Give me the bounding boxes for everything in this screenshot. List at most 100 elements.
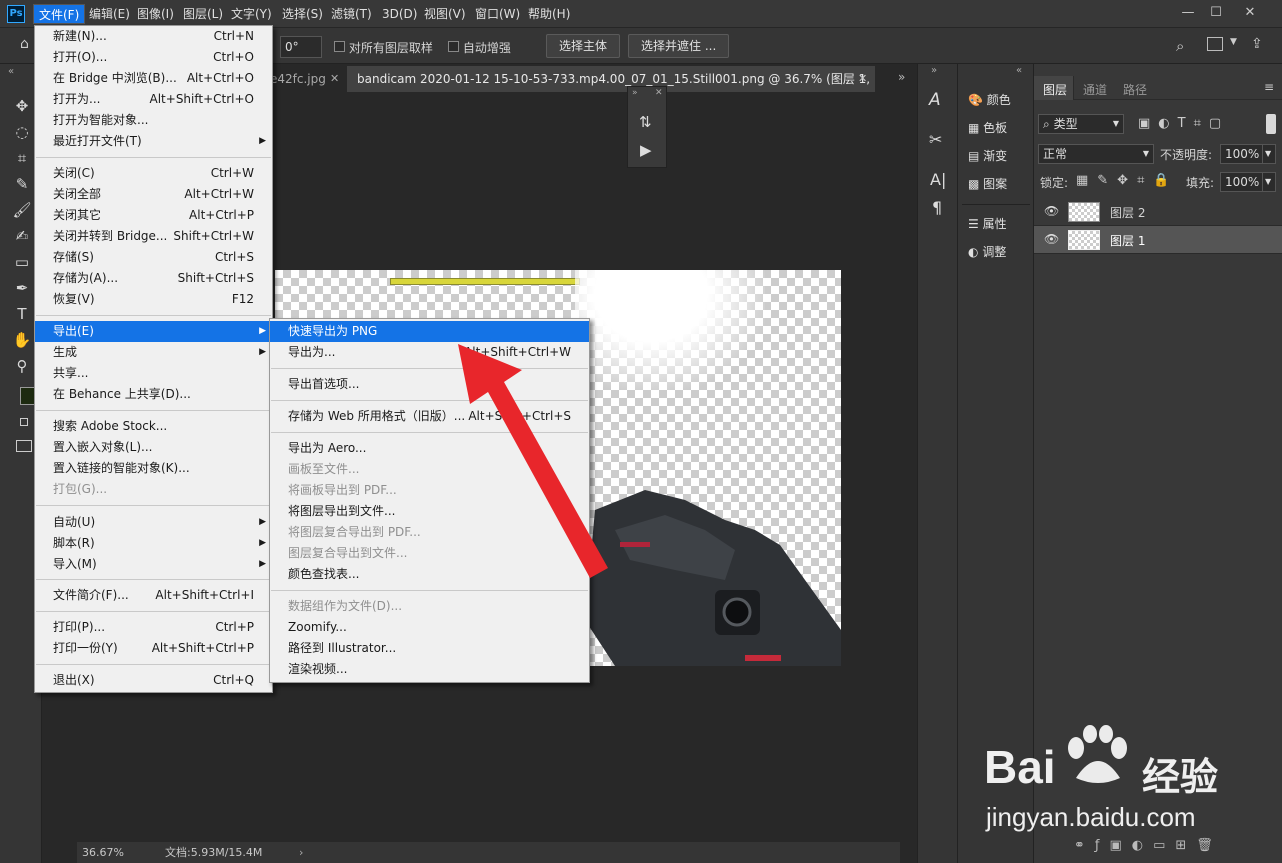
menu-item-new[interactable]: 新建(N)... Ctrl+N [35,26,272,47]
character-icon[interactable]: A| [930,170,946,189]
clone-stamp-tool-icon[interactable]: ✍ [10,224,34,248]
lock-icons[interactable]: ▦✎✥⌗🔒 [1076,173,1179,188]
brush-tool-icon[interactable]: 🖌 [10,198,34,222]
menu-item-close[interactable]: 关闭(C) Ctrl+W [35,163,272,184]
zoom-level[interactable]: 36.67% [82,842,124,863]
layer-row-1[interactable]: 👁 图层 1 [1034,226,1282,254]
tab-document-2[interactable]: bandicam 2020-01-12 15-10-53-733.mp4.00_… [347,66,875,92]
chevron-down-icon[interactable]: ▼ [1262,144,1276,164]
menu-item-render-video[interactable]: 渲染视频... [270,659,589,680]
menu-item-zoomify[interactable]: Zoomify... [270,617,589,638]
auto-enhance-checkbox[interactable]: 自动增强 [448,39,511,56]
dock-properties[interactable]: ☰ 属性 [968,210,1007,238]
pen-tool-icon[interactable]: ✒ [10,276,34,300]
menu-edit[interactable]: 编辑(E) [84,4,135,24]
expand-icon[interactable]: » [632,88,638,98]
menu-item-print-one[interactable]: 打印一份(Y) Alt+Shift+Ctrl+P [35,638,272,659]
menu-item-import[interactable]: 导入(M) ▶ [35,554,272,575]
menu-item-share-behance[interactable]: 在 Behance 上共享(D)... [35,384,272,405]
select-and-mask-button[interactable]: 选择并遮住 ... [628,34,730,58]
menu-item-print[interactable]: 打印(P)... Ctrl+P [35,617,272,638]
tools-preset-icon[interactable]: ✂ [929,130,942,149]
menu-item-place-linked[interactable]: 置入链接的智能对象(K)... [35,458,272,479]
zoom-tool-icon[interactable]: ⚲ [10,354,34,378]
menu-item-share[interactable]: 共享... [35,363,272,384]
character-style-icon[interactable]: A [929,90,941,110]
select-subject-button[interactable]: 选择主体 [546,34,621,58]
close-icon[interactable]: ✕ [1233,2,1267,24]
menu-file[interactable]: 文件(F) [33,4,86,24]
play-action-icon[interactable]: ▶ [640,141,652,159]
angle-input[interactable]: 0° [280,36,322,58]
default-colors-icon[interactable] [20,418,28,426]
menu-item-close-all[interactable]: 关闭全部 Alt+Ctrl+W [35,184,272,205]
search-icon[interactable]: ⌕ [1176,37,1184,55]
dock-color[interactable]: 🎨 颜色 [968,86,1011,114]
tab-overflow-icon[interactable]: » [898,70,905,84]
menu-item-save-as[interactable]: 存储为(A)... Shift+Ctrl+S [35,268,272,289]
close-icon[interactable]: ✕ [655,88,663,98]
layer-filter-select[interactable]: ⌕ 类型 ▼ [1038,114,1124,134]
menu-item-export[interactable]: 导出(E) ▶ [35,321,272,342]
collapse-icon[interactable]: » [931,65,937,76]
menu-item-file-info[interactable]: 文件简介(F)... Alt+Shift+Ctrl+I [35,585,272,606]
menu-item-place-embedded[interactable]: 置入嵌入对象(L)... [35,437,272,458]
menu-filter[interactable]: 滤镜(T) [326,4,377,24]
layer-name[interactable]: 图层 2 [1110,204,1145,221]
quick-mask-icon[interactable] [16,440,32,452]
visibility-eye-icon[interactable]: 👁 [1044,232,1059,246]
menu-item-revert[interactable]: 恢复(V) F12 [35,289,272,310]
lasso-tool-icon[interactable]: ◌ [10,120,34,144]
chevron-down-icon[interactable]: ▼ [1230,37,1237,47]
panel-menu-icon[interactable]: ≡ [1264,80,1274,94]
menu-item-close-go-bridge[interactable]: 关闭并转到 Bridge... Shift+Ctrl+W [35,226,272,247]
menu-item-browse-bridge[interactable]: 在 Bridge 中浏览(B)... Alt+Ctrl+O [35,68,272,89]
dock-gradient[interactable]: ▤ 渐变 [968,142,1007,170]
paragraph-icon[interactable]: ¶ [932,198,942,217]
workspace-icon[interactable] [1207,37,1223,51]
crop-tool-icon[interactable]: ⌗ [10,146,34,170]
menu-item-close-others[interactable]: 关闭其它 Alt+Ctrl+P [35,205,272,226]
close-tab-icon[interactable]: ✕ [330,72,339,85]
shape-tool-icon[interactable]: ✋ [10,328,34,352]
filter-type-icons[interactable]: ▣◐T⌗▢ [1138,116,1229,131]
visibility-eye-icon[interactable]: 👁 [1044,204,1059,218]
menu-layer[interactable]: 图层(L) [178,4,228,24]
menu-view[interactable]: 视图(V) [419,4,471,24]
dock-adjustments[interactable]: ◐ 调整 [968,238,1006,266]
chevron-down-icon[interactable]: ▼ [1262,172,1276,192]
history-icon[interactable]: ⇅ [639,113,652,131]
layer-name[interactable]: 图层 1 [1110,232,1145,249]
tab-paths[interactable]: 路径 [1123,81,1147,98]
menu-select[interactable]: 选择(S) [277,4,328,24]
collapse-icon[interactable]: « [1016,65,1022,76]
menu-item-save[interactable]: 存储(S) Ctrl+S [35,247,272,268]
menu-image[interactable]: 图像(I) [132,4,179,24]
menu-item-generate[interactable]: 生成 ▶ [35,342,272,363]
menu-item-recent[interactable]: 最近打开文件(T) ▶ [35,131,272,152]
tab-channels[interactable]: 通道 [1083,81,1107,98]
eyedropper-tool-icon[interactable]: ✎ [10,172,34,196]
blend-mode-select[interactable]: 正常 ▼ [1038,144,1154,164]
tab-layers[interactable]: 图层 [1043,81,1067,98]
menu-type[interactable]: 文字(Y) [226,4,277,24]
menu-help[interactable]: 帮助(H) [523,4,575,24]
type-tool-icon[interactable]: T [10,302,34,326]
menu-item-search-stock[interactable]: 搜索 Adobe Stock... [35,416,272,437]
move-tool-icon[interactable]: ✥ [10,94,34,118]
menu-item-paths-to-illustrator[interactable]: 路径到 Illustrator... [270,638,589,659]
sample-all-layers-checkbox[interactable]: 对所有图层取样 [334,39,433,56]
menu-item-exit[interactable]: 退出(X) Ctrl+Q [35,670,272,691]
menu-item-scripts[interactable]: 脚本(R) ▶ [35,533,272,554]
share-icon[interactable]: ⇪ [1251,36,1263,52]
maximize-icon[interactable]: ☐ [1199,2,1233,24]
menu-item-open-as[interactable]: 打开为... Alt+Shift+Ctrl+O [35,89,272,110]
menu-3d[interactable]: 3D(D) [377,4,422,24]
menu-item-open-smart-object[interactable]: 打开为智能对象... [35,110,272,131]
menu-item-automate[interactable]: 自动(U) ▶ [35,512,272,533]
dock-patterns[interactable]: ▩ 图案 [968,170,1007,198]
menu-item-open[interactable]: 打开(O)... Ctrl+O [35,47,272,68]
dock-swatches[interactable]: ▦ 色板 [968,114,1007,142]
collapse-icon[interactable]: « [8,66,14,77]
filter-toggle[interactable] [1266,114,1276,134]
